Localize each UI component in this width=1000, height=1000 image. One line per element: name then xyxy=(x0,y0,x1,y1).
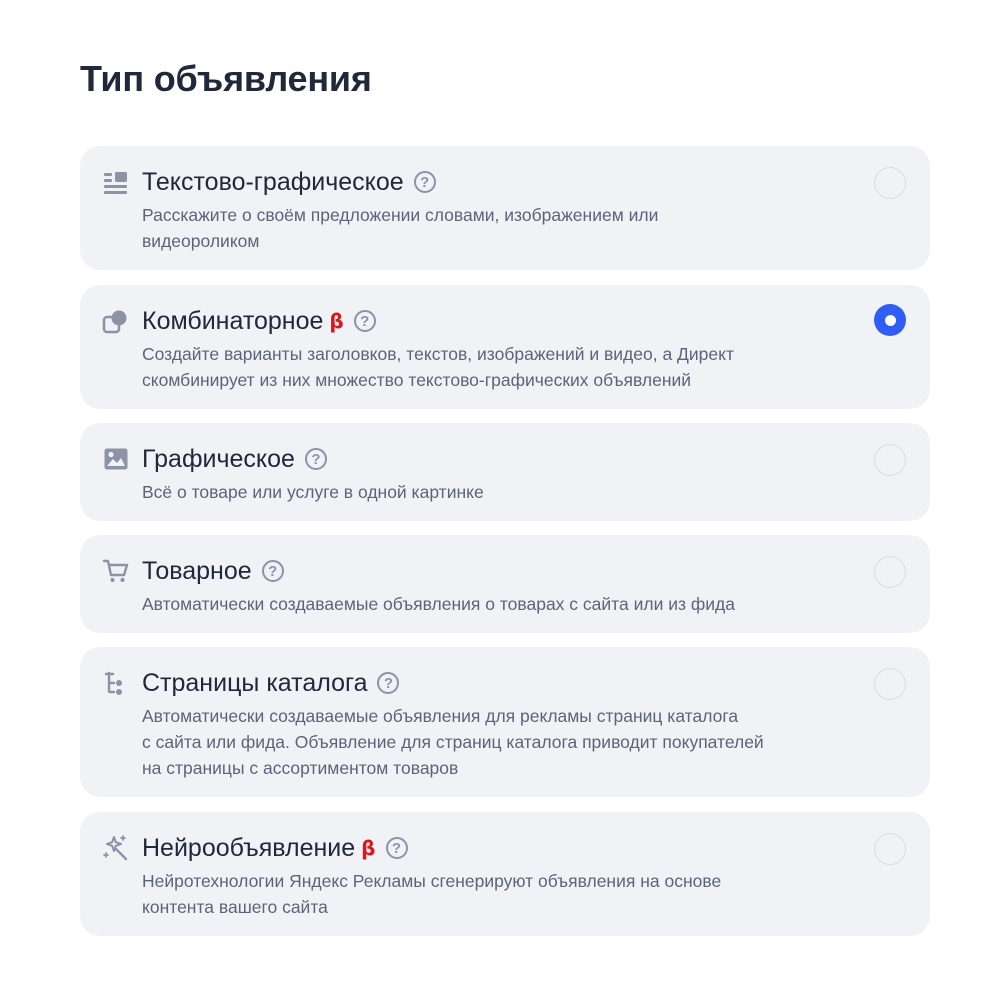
option-description: Автоматически создаваемые объявления о т… xyxy=(142,591,842,617)
option-title-row: Нейрообъявление β ? xyxy=(142,832,408,864)
description-line: скомбинирует из них множество текстово-г… xyxy=(142,370,692,390)
option-title-row: Страницы каталога ? xyxy=(142,667,400,699)
help-icon[interactable]: ? xyxy=(413,171,436,193)
image-icon xyxy=(102,445,130,473)
cart-icon xyxy=(102,557,130,585)
radio-button[interactable] xyxy=(874,444,906,476)
radio-button-selected[interactable] xyxy=(874,304,906,336)
option-title: Комбинаторное xyxy=(142,307,324,335)
beta-badge: β xyxy=(361,836,376,860)
option-neuro-ad[interactable]: Нейрообъявление β ? Нейротехнологии Янде… xyxy=(80,812,930,936)
description-line: Расскажите о своём предложении словами, … xyxy=(142,205,659,225)
description-line: Нейротехнологии Яндекс Рекламы сгенериру… xyxy=(142,871,722,891)
option-description: Всё о товаре или услуге в одной картинке xyxy=(142,479,842,505)
radio-button[interactable] xyxy=(874,833,906,865)
help-icon[interactable]: ? xyxy=(385,837,408,859)
page: Тип объявления Текстово-графическое ? Ра… xyxy=(0,0,1000,1000)
option-title-row: Текстово-графическое ? xyxy=(142,166,436,198)
option-description: Нейротехнологии Яндекс Рекламы сгенериру… xyxy=(142,868,842,920)
description-line: видеороликом xyxy=(142,231,260,251)
sparkle-magic-icon xyxy=(102,833,130,861)
option-title: Страницы каталога xyxy=(142,669,368,697)
help-icon[interactable]: ? xyxy=(304,448,327,470)
option-combinatorial[interactable]: Комбинаторное β ? Создайте варианты заго… xyxy=(80,285,930,409)
option-text-graphic[interactable]: Текстово-графическое ? Расскажите о своё… xyxy=(80,146,930,270)
description-line: Всё о товаре или услуге в одной картинке xyxy=(142,482,484,502)
option-catalog-pages[interactable]: Страницы каталога ? Автоматически создав… xyxy=(80,647,930,797)
radio-dot xyxy=(884,314,896,326)
description-line: на страницы с ассортиментом товаров xyxy=(142,758,459,778)
option-title-row: Товарное ? xyxy=(142,555,284,587)
option-graphic[interactable]: Графическое ? Всё о товаре или услуге в … xyxy=(80,423,930,521)
description-line: с сайта или фида. Объявление для страниц… xyxy=(142,732,764,752)
option-description: Автоматически создаваемые объявления для… xyxy=(142,703,842,781)
help-icon[interactable]: ? xyxy=(353,310,376,332)
help-icon[interactable]: ? xyxy=(261,560,284,582)
page-title: Тип объявления xyxy=(80,58,372,99)
text-lines-icon xyxy=(102,169,130,197)
option-title: Графическое xyxy=(142,445,295,473)
description-line: контента вашего сайта xyxy=(142,897,328,917)
catalog-tree-icon xyxy=(102,669,130,697)
description-line: Автоматически создаваемые объявления для… xyxy=(142,706,739,726)
option-product[interactable]: Товарное ? Автоматически создаваемые объ… xyxy=(80,535,930,633)
option-title: Нейрообъявление xyxy=(142,834,356,862)
radio-button[interactable] xyxy=(874,167,906,199)
beta-badge: β xyxy=(329,309,344,333)
option-title-row: Графическое ? xyxy=(142,443,327,475)
radio-button[interactable] xyxy=(874,668,906,700)
option-description: Создайте варианты заголовков, текстов, и… xyxy=(142,341,842,393)
description-line: Создайте варианты заголовков, текстов, и… xyxy=(142,344,735,364)
option-title: Товарное xyxy=(142,557,252,585)
radio-button[interactable] xyxy=(874,556,906,588)
option-description: Расскажите о своём предложении словами, … xyxy=(142,202,842,254)
help-icon[interactable]: ? xyxy=(377,672,400,694)
option-title-row: Комбинаторное β ? xyxy=(142,305,376,337)
combine-shapes-icon xyxy=(102,308,130,336)
description-line: Автоматически создаваемые объявления о т… xyxy=(142,594,735,614)
option-title: Текстово-графическое xyxy=(142,168,404,196)
